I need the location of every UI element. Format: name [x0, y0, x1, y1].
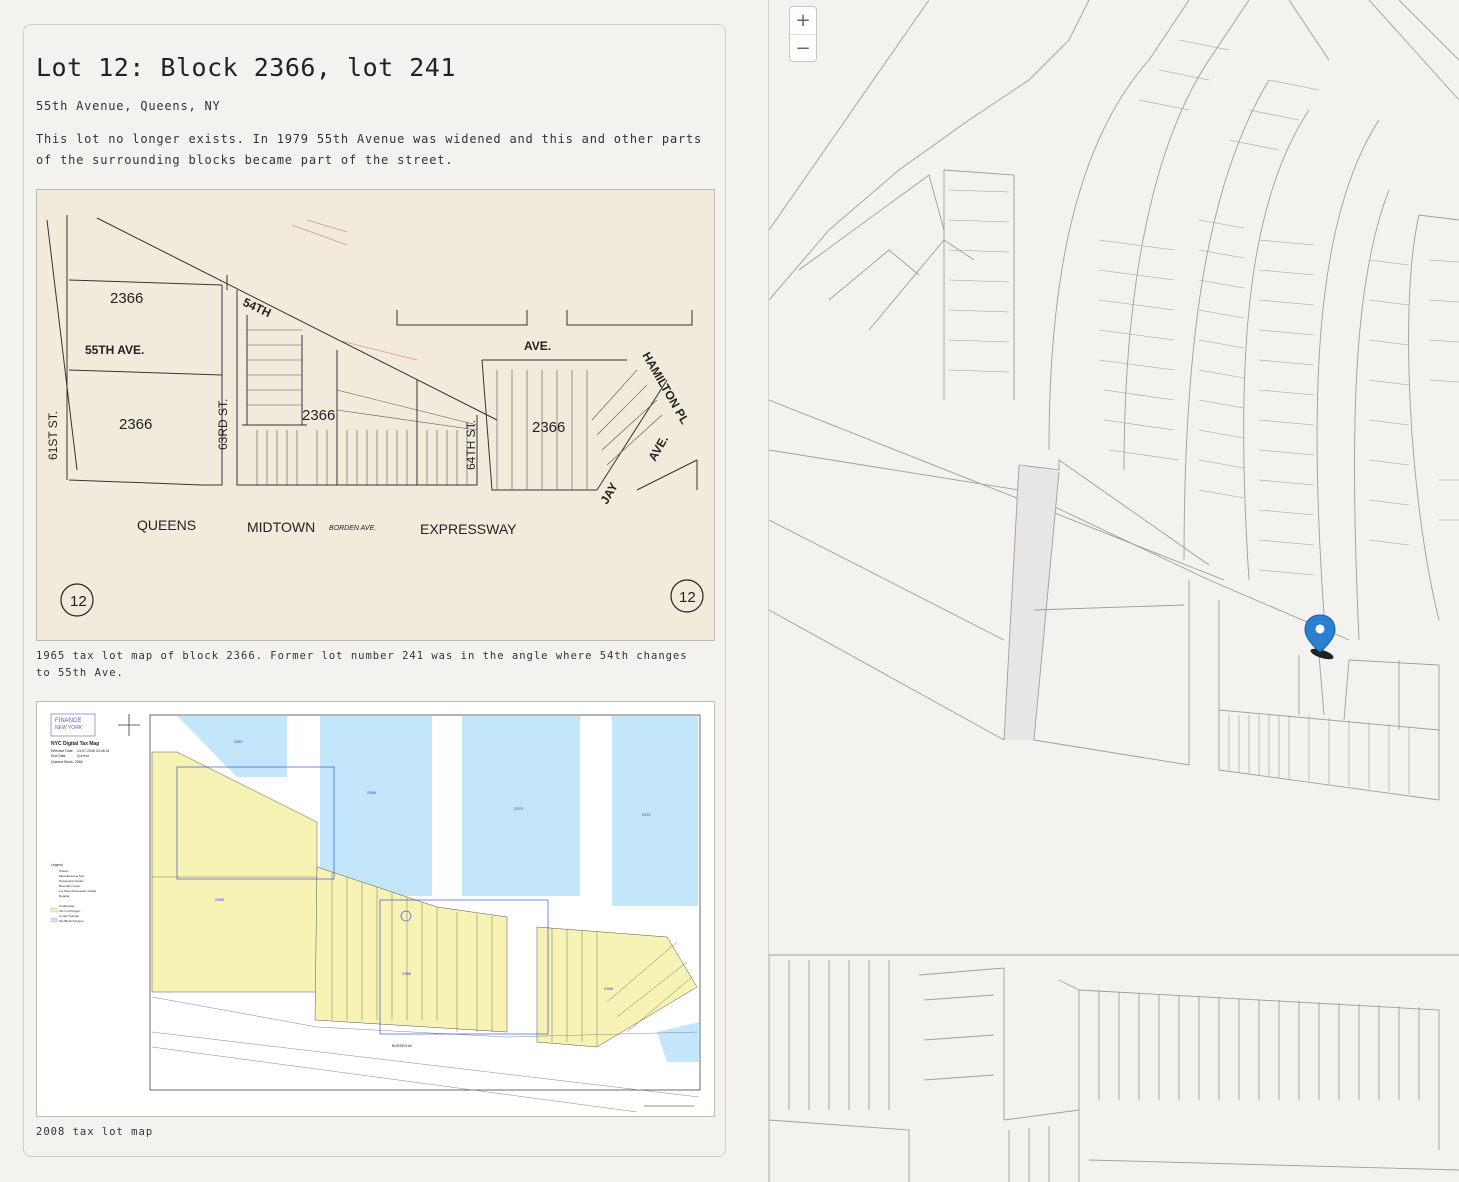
end-date-label: End Date — [51, 754, 66, 758]
street-label-borden: BORDEN AV — [392, 1044, 413, 1048]
lot-detail-card: Lot 12: Block 2366, lot 241 55th Avenue,… — [23, 24, 726, 1157]
legend-item: Possession Hooks — [59, 879, 84, 883]
lot-title: Lot 12: Block 2366, lot 241 — [36, 53, 456, 82]
street-label-61st: 61ST ST. — [46, 411, 60, 460]
tax-map-title: NYC Digital Tax Map — [51, 741, 99, 747]
figure-1-caption: 1965 tax lot map of block 2366. Former l… — [36, 650, 688, 679]
legend-item: Streets — [59, 869, 69, 873]
lot-map-canvas — [769, 0, 1459, 1182]
legend-item: Tax Lot Polygon — [59, 909, 81, 913]
block-label-2366-b: 2366 — [119, 416, 152, 433]
plate-number-right: 12 — [679, 589, 696, 606]
zoom-control: + − — [789, 6, 817, 62]
agency-logo-line2: NEW YORK — [55, 725, 83, 731]
legend-item: Lot Face Possession Hooks — [59, 889, 97, 893]
effective-date-label: Effective Date — [51, 749, 73, 753]
agency-logo-line1: FINANCE — [55, 718, 81, 724]
tax-block-number: 2366 — [402, 971, 412, 976]
effective-date-value: 13-07-2008 23:46:31 — [77, 749, 110, 753]
legend-item: Underwater — [59, 904, 75, 908]
tax-block-number: 2366 — [604, 986, 614, 991]
tax-map-1965-image[interactable]: 2366 2366 2366 2366 61ST ST. 55TH AVE. 6… — [36, 189, 715, 641]
legend-item: Miscellaneous Text — [59, 874, 84, 878]
tax-block-number: 2370 — [514, 806, 524, 811]
lot-address: 55th Avenue, Queens, NY — [36, 99, 221, 113]
block-label-2366-a: 2366 — [110, 290, 143, 307]
plate-number-left: 12 — [70, 593, 87, 610]
street-label-64th: 64TH ST. — [464, 420, 478, 470]
zoom-in-button[interactable]: + — [790, 7, 816, 35]
block-line: Queens Block: 2366 — [51, 760, 83, 764]
legend-item: Boundary Lines — [59, 884, 80, 888]
street-label-63rd: 63RD ST. — [216, 399, 230, 450]
street-label-55th-ave: 55TH AVE. — [85, 343, 144, 357]
street-label-expressway: EXPRESSWAY — [420, 521, 517, 537]
tax-block-number: 2369 — [367, 790, 377, 795]
lot-description: This lot no longer exists. In 1979 55th … — [36, 132, 703, 167]
block-label-2366-c: 2366 — [302, 407, 335, 424]
map-pin-icon[interactable] — [1304, 614, 1336, 662]
street-label-ave: AVE. — [524, 339, 551, 353]
tax-map-2008-drawing: FINANCE NEW YORK NYC Digital Tax Map Eff… — [37, 702, 714, 1116]
legend-title: Legend — [51, 863, 63, 867]
sidebar-panel: Lot 12: Block 2366, lot 241 55th Avenue,… — [0, 0, 768, 1182]
map-view[interactable]: + − — [769, 0, 1459, 1182]
legend-item: Tax Block Polygon — [59, 919, 84, 923]
legend-item: Regular — [59, 894, 70, 898]
end-date-value: Current — [77, 754, 89, 758]
street-label-queens: QUEENS — [137, 517, 196, 533]
tax-map-1965-drawing: 2366 2366 2366 2366 61ST ST. 55TH AVE. 6… — [37, 190, 714, 640]
block-label-2366-d: 2366 — [532, 419, 565, 436]
legend-item: Condo Number — [59, 914, 79, 918]
tax-block-number: 2365 — [215, 897, 225, 902]
tax-map-2008-image[interactable]: FINANCE NEW YORK NYC Digital Tax Map Eff… — [36, 701, 715, 1117]
tax-block-number: 2367 — [234, 739, 244, 744]
figure-2-caption: 2008 tax lot map — [36, 1126, 154, 1138]
zoom-out-button[interactable]: − — [790, 35, 816, 62]
street-label-midtown: MIDTOWN — [247, 519, 315, 535]
tax-block-number: 2371 — [642, 812, 652, 817]
street-label-borden: BORDEN AVE. — [329, 525, 376, 532]
